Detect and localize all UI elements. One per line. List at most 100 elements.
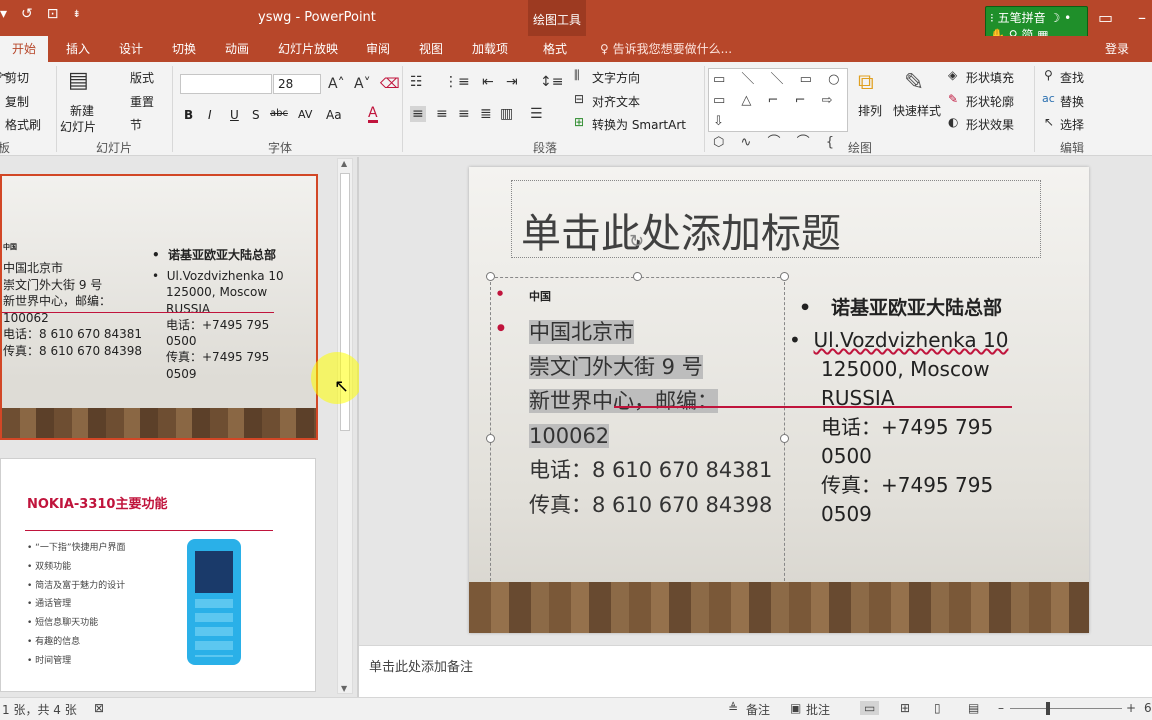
tab-design[interactable]: 设计	[119, 40, 143, 57]
line-spacing-icon[interactable]: ↕≡	[540, 74, 563, 90]
columns-icon[interactable]: ☰	[530, 106, 543, 122]
grow-font-icon[interactable]: A˄	[328, 76, 345, 92]
zoom-out-icon[interactable]: –	[998, 701, 1004, 715]
resize-handle[interactable]	[486, 434, 495, 443]
align-left-icon[interactable]: ≡	[410, 106, 426, 122]
status-bar: 1 张，共 4 张 ⊠ ≜ 备注 ▣ 批注 ▭ ⊞ ▯ ▤ – + 6	[0, 697, 1152, 720]
effects-icon: ◐	[948, 115, 959, 129]
minimize-icon[interactable]: –	[1138, 8, 1146, 27]
numbering-icon[interactable]: ⋮≡	[444, 74, 470, 90]
smartart-button[interactable]: 转换为 SmartArt	[592, 116, 686, 133]
customize-qat-icon[interactable]: ⇟	[73, 6, 81, 22]
new-slide-button[interactable]: 新建	[70, 102, 94, 119]
ime-dot-icon[interactable]: •	[1064, 11, 1071, 25]
tab-review[interactable]: 审阅	[366, 40, 390, 57]
scroll-up-icon[interactable]: ▲	[341, 159, 347, 168]
scroll-down-icon[interactable]: ▼	[341, 684, 347, 693]
ime-name[interactable]: 五笔拼音	[998, 11, 1046, 25]
present-from-start-icon[interactable]: ⊡	[47, 6, 59, 22]
layout-button[interactable]: 版式	[130, 69, 154, 86]
tab-animations[interactable]: 动画	[225, 40, 249, 57]
comments-button[interactable]: 批注	[806, 701, 830, 718]
ime-moon-icon[interactable]: ☽	[1049, 11, 1060, 25]
rotate-handle-icon[interactable]: ↻	[629, 231, 644, 252]
underline-button[interactable]: U	[230, 108, 239, 122]
left-heading[interactable]: 中国	[529, 288, 551, 304]
tab-insert[interactable]: 插入	[66, 40, 90, 57]
tab-transitions[interactable]: 切换	[172, 40, 196, 57]
arrange-icon[interactable]: ⧉	[858, 70, 874, 95]
tab-slideshow[interactable]: 幻灯片放映	[278, 40, 338, 57]
select-button[interactable]: 选择	[1060, 116, 1084, 133]
section-button[interactable]: 节	[130, 116, 142, 133]
slideshow-view-icon[interactable]: ▤	[968, 701, 979, 715]
quick-styles-icon[interactable]: ✎	[904, 68, 924, 96]
distributed-icon[interactable]: ▥	[500, 106, 513, 122]
decrease-indent-icon[interactable]: ⇤	[482, 74, 494, 90]
ribbon-display-icon[interactable]: ▭	[1098, 8, 1113, 27]
normal-view-icon[interactable]: ▭	[860, 701, 880, 715]
char-spacing-button[interactable]: AV	[298, 108, 312, 121]
font-size-combo[interactable]: 28	[273, 74, 321, 94]
zoom-in-icon[interactable]: +	[1126, 701, 1136, 715]
tab-format[interactable]: 格式	[543, 40, 567, 57]
resize-handle[interactable]	[633, 272, 642, 281]
cut-button[interactable]: 剪切	[5, 69, 29, 86]
find-button[interactable]: 查找	[1060, 69, 1084, 86]
font-name-combo[interactable]	[180, 74, 272, 94]
zoom-slider-thumb[interactable]	[1046, 702, 1050, 715]
shrink-font-icon[interactable]: A˅	[354, 76, 371, 92]
new-slide-icon[interactable]: ▤	[68, 68, 89, 93]
shapes-gallery[interactable]: ▭ ＼ ＼ ▭ ○▭ △ ⌐ ⌐ ⇨ ⇩⬡ ∿ ⌒ ⌒ { }	[708, 68, 848, 171]
slide-canvas[interactable]: 单击此处添加标题 ↻ ● 中国 ● 中国北京市 崇文门外大街 9 号 新世界中心…	[469, 167, 1089, 633]
login-button[interactable]: 登录	[1105, 40, 1129, 57]
notes-placeholder[interactable]: 单击此处添加备注	[369, 656, 473, 675]
increase-indent-icon[interactable]: ⇥	[506, 74, 518, 90]
text-direction-button[interactable]: 文字方向	[592, 69, 640, 86]
right-body-text[interactable]: • Ul.Vozdvizhenka 10 125000, Moscow RUSS…	[789, 326, 1008, 529]
bullets-icon[interactable]: ☷	[410, 74, 423, 90]
notes-pane[interactable]: 单击此处添加备注	[359, 645, 1152, 697]
slide-thumbnail-2[interactable]: NOKIA-3310主要功能 • “一下指”快捷用户界面 • 双频功能 • 简洁…	[0, 458, 316, 692]
shape-effects-button[interactable]: 形状效果	[966, 116, 1014, 133]
quick-styles-button[interactable]: 快速样式	[893, 102, 941, 119]
shape-outline-button[interactable]: 形状轮廓	[966, 93, 1014, 110]
copy-button[interactable]: 复制	[5, 93, 29, 110]
tell-me-search[interactable]: ♀ 告诉我您想要做什么...	[600, 40, 732, 57]
repeat-icon[interactable]: ↺	[21, 6, 33, 22]
change-case-button[interactable]: Aa	[326, 108, 342, 122]
zoom-slider-track[interactable]	[1010, 708, 1122, 709]
reading-view-icon[interactable]: ▯	[934, 701, 941, 715]
title-placeholder-text[interactable]: 单击此处添加标题	[521, 201, 841, 259]
font-color-button[interactable]: A	[368, 106, 378, 123]
resize-handle[interactable]	[486, 272, 495, 281]
slide-sorter-icon[interactable]: ⊞	[900, 701, 910, 715]
spellcheck-icon[interactable]: ⊠	[94, 701, 104, 715]
left-body-text[interactable]: 中国北京市 崇文门外大街 9 号 新世界中心，邮编： 100062 电话：8 6…	[529, 315, 772, 522]
italic-button[interactable]: I	[208, 108, 212, 122]
slide-thumbnail-1[interactable]: 中国 中国北京市 崇文门外大街 9 号 新世界中心，邮编： 100062 电话：…	[0, 174, 318, 440]
reset-button[interactable]: 重置	[130, 93, 154, 110]
justify-icon[interactable]: ≣	[480, 106, 492, 122]
tab-addins[interactable]: 加载项	[472, 40, 508, 57]
bold-button[interactable]: B	[184, 108, 193, 122]
shape-fill-button[interactable]: 形状填充	[966, 69, 1014, 86]
thumbnail-scrollbar[interactable]: ▲ ▼	[337, 158, 353, 694]
zoom-level[interactable]: 6	[1144, 701, 1152, 715]
arrange-button[interactable]: 排列	[858, 102, 882, 119]
clear-formatting-icon[interactable]: ⌫	[380, 76, 400, 92]
strikethrough-button[interactable]: abc	[270, 108, 288, 119]
tab-view[interactable]: 视图	[419, 40, 443, 57]
format-painter-button[interactable]: 格式刷	[5, 116, 41, 133]
tab-home[interactable]: 开始	[0, 36, 49, 62]
redo-arrow-icon[interactable]: ▾	[0, 6, 7, 22]
right-heading[interactable]: • 诺基亚欧亚大陆总部	[799, 293, 1002, 320]
notes-button[interactable]: 备注	[746, 701, 770, 718]
align-right-icon[interactable]: ≡	[458, 106, 470, 122]
replace-button[interactable]: 替换	[1060, 93, 1084, 110]
align-center-icon[interactable]: ≡	[436, 106, 448, 122]
resize-handle[interactable]	[780, 434, 789, 443]
resize-handle[interactable]	[780, 272, 789, 281]
shadow-button[interactable]: S	[252, 108, 260, 122]
align-text-button[interactable]: 对齐文本	[592, 93, 640, 110]
